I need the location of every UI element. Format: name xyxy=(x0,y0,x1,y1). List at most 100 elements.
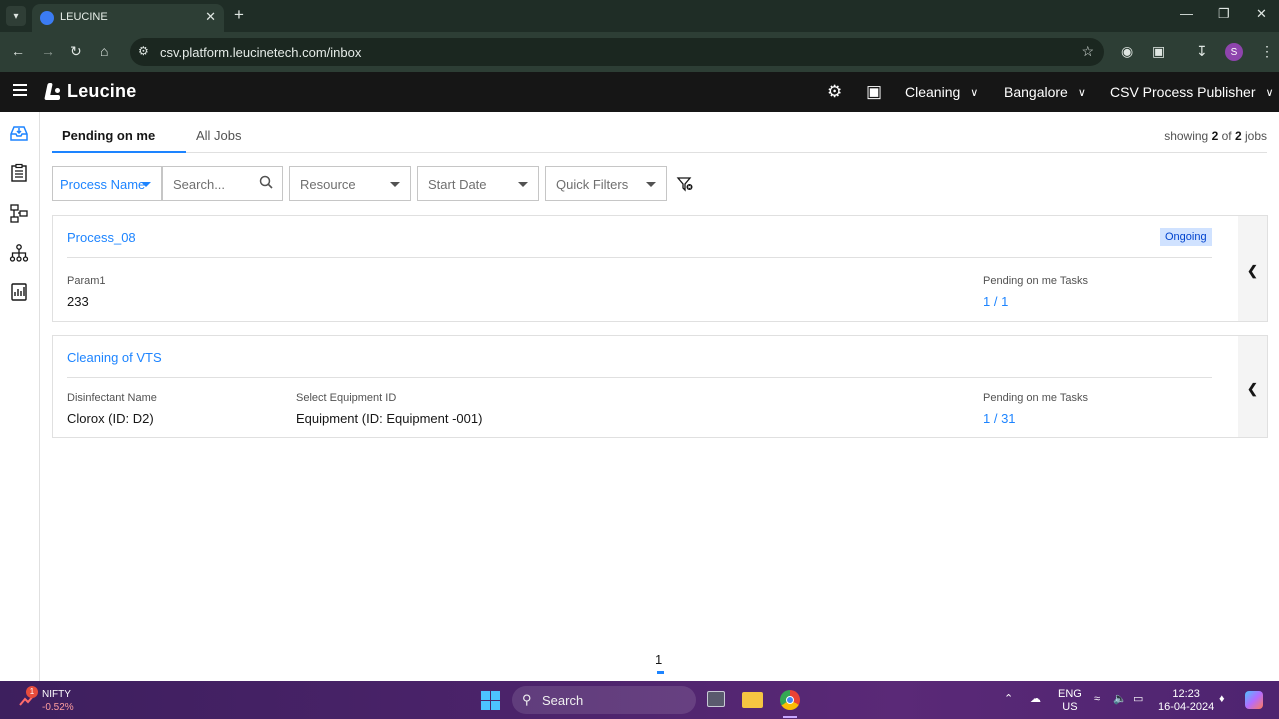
showing-total: 2 xyxy=(1234,129,1242,143)
param-label: Param1 xyxy=(67,275,106,287)
showing-of: of xyxy=(1221,129,1232,143)
process-name-select[interactable]: Process Name xyxy=(52,166,162,201)
param-value: 233 xyxy=(67,294,89,309)
language-indicator[interactable]: ENG US xyxy=(1058,688,1082,714)
chevron-down-icon: ∨ xyxy=(1077,86,1086,99)
caret-down-icon xyxy=(390,182,400,187)
settings-gear-icon[interactable]: ⚙ xyxy=(827,82,842,102)
scan-icon[interactable]: ▣ xyxy=(866,82,882,102)
job-title[interactable]: Process_08 xyxy=(67,230,136,245)
hamburger-menu-icon[interactable] xyxy=(13,84,27,96)
resource-label: Resource xyxy=(300,177,356,192)
lang-bottom: US xyxy=(1062,701,1078,713)
page-number[interactable]: 1 xyxy=(655,652,662,667)
resource-select[interactable]: Resource xyxy=(289,166,411,201)
reload-icon[interactable]: ↻ xyxy=(70,43,82,60)
tab-search-icon[interactable]: ▾ xyxy=(6,6,26,26)
clear-filter-icon[interactable] xyxy=(676,175,694,193)
extensions-icon[interactable]: ▣ xyxy=(1152,43,1165,60)
search-input[interactable]: Search... xyxy=(162,166,283,201)
chrome-icon[interactable] xyxy=(780,690,800,710)
job-card[interactable]: Process_08 Ongoing Param1 233 Pending on… xyxy=(52,215,1268,322)
showing-suffix: jobs xyxy=(1244,129,1267,143)
camera-extension-icon[interactable]: ◉ xyxy=(1121,43,1133,60)
browser-menu-icon[interactable]: ⋮ xyxy=(1260,43,1274,60)
url-field[interactable]: ⚙ csv.platform.leucinetech.com/inbox ☆ xyxy=(130,38,1104,66)
process-name-label: Process Name xyxy=(60,177,146,192)
battery-icon[interactable]: ▭ xyxy=(1133,693,1143,706)
stock-widget[interactable]: NIFTY -0.52% xyxy=(42,688,74,714)
start-date-select[interactable]: Start Date xyxy=(417,166,539,201)
role-label: CSV Process Publisher xyxy=(1110,84,1256,100)
lang-top: ENG xyxy=(1058,688,1082,700)
clock-date: 16-04-2024 xyxy=(1158,701,1215,713)
new-tab-icon[interactable]: + xyxy=(234,5,244,25)
windows-taskbar: 1 NIFTY -0.52% ⚲ Search ⌃ ☁ ENG US ≈ 🔈 ▭… xyxy=(0,681,1279,719)
volume-icon[interactable]: 🔈 xyxy=(1113,693,1127,706)
job-title[interactable]: Cleaning of VTS xyxy=(67,350,162,365)
caret-down-icon xyxy=(518,182,528,187)
copilot-icon[interactable] xyxy=(1245,691,1263,709)
home-icon[interactable]: ⌂ xyxy=(100,43,108,59)
showing-prefix: showing xyxy=(1164,129,1209,143)
brand-name: Leucine xyxy=(67,81,137,101)
stock-name: NIFTY xyxy=(42,689,71,700)
app-header: Leucine ⚙ ▣ Cleaning ∨ Bangalore ∨ CSV P… xyxy=(0,72,1279,112)
facility-dropdown[interactable]: Cleaning ∨ xyxy=(905,84,978,100)
profile-avatar[interactable]: S xyxy=(1225,43,1243,61)
onedrive-cloud-icon[interactable]: ☁ xyxy=(1030,693,1041,706)
browser-tab[interactable]: LEUCINE ✕ xyxy=(32,4,224,32)
notification-bell-icon[interactable]: ♦ xyxy=(1219,693,1225,706)
window-close-icon[interactable]: ✕ xyxy=(1256,6,1267,22)
download-icon[interactable]: ↧ xyxy=(1196,43,1208,60)
tray-overflow-icon[interactable]: ⌃ xyxy=(1004,693,1013,706)
param-value: Clorox (ID: D2) xyxy=(67,411,154,426)
tab-all-jobs[interactable]: All Jobs xyxy=(196,128,242,143)
job-param: Param1 233 xyxy=(67,275,106,309)
minimize-icon[interactable]: — xyxy=(1180,6,1193,21)
maximize-icon[interactable]: ❐ xyxy=(1218,6,1230,22)
hierarchy-icon[interactable] xyxy=(9,243,29,263)
browser-tabbar: ▾ LEUCINE ✕ + — ❐ ✕ xyxy=(0,0,1279,32)
job-card[interactable]: Cleaning of VTS Disinfectant Name Clorox… xyxy=(52,335,1268,438)
wifi-icon[interactable]: ≈ xyxy=(1094,693,1100,706)
expand-panel-toggle[interactable]: ❮ xyxy=(1238,336,1267,437)
task-view-icon[interactable] xyxy=(707,691,725,707)
main-content: Pending on me All Jobs showing 2 of 2 jo… xyxy=(40,112,1279,681)
param-value: Equipment (ID: Equipment -001) xyxy=(296,411,483,426)
pending-tasks-value[interactable]: 1 / 1 xyxy=(983,294,1088,309)
pending-tasks-label: Pending on me Tasks xyxy=(983,392,1088,404)
file-explorer-icon[interactable] xyxy=(742,692,763,708)
role-dropdown[interactable]: CSV Process Publisher ∨ xyxy=(1110,84,1274,100)
card-divider xyxy=(67,377,1212,378)
workflow-icon[interactable] xyxy=(9,203,29,223)
location-label: Bangalore xyxy=(1004,84,1068,100)
checklist-icon[interactable] xyxy=(9,163,29,183)
windows-start-icon[interactable] xyxy=(481,691,500,710)
back-icon[interactable]: ← xyxy=(11,43,25,59)
leucine-logo[interactable]: Leucine xyxy=(42,81,136,102)
clock[interactable]: 12:23 16-04-2024 xyxy=(1158,688,1214,714)
chevron-down-icon: ∨ xyxy=(1265,86,1274,99)
quick-filters-label: Quick Filters xyxy=(556,177,629,192)
location-dropdown[interactable]: Bangalore ∨ xyxy=(1004,84,1086,100)
expand-panel-toggle[interactable]: ❮ xyxy=(1238,216,1267,321)
status-badge: Ongoing xyxy=(1160,228,1212,246)
job-param: Select Equipment ID Equipment (ID: Equip… xyxy=(296,392,482,426)
chevron-left-icon: ❮ xyxy=(1247,263,1258,279)
quick-filters-select[interactable]: Quick Filters xyxy=(545,166,667,201)
forward-icon[interactable]: → xyxy=(41,43,55,59)
inbox-icon[interactable] xyxy=(9,123,29,143)
search-icon[interactable] xyxy=(259,175,273,189)
bookmark-star-icon[interactable]: ☆ xyxy=(1081,43,1094,60)
param-label: Select Equipment ID xyxy=(296,392,397,404)
site-info-icon[interactable]: ⚙ xyxy=(138,44,149,58)
param-label: Disinfectant Name xyxy=(67,392,157,404)
taskbar-search[interactable]: ⚲ Search xyxy=(512,686,696,714)
caret-down-icon xyxy=(141,182,151,187)
report-icon[interactable] xyxy=(9,282,29,302)
tab-close-icon[interactable]: ✕ xyxy=(205,9,216,25)
pending-tasks-value[interactable]: 1 / 31 xyxy=(983,411,1088,426)
active-app-indicator xyxy=(783,716,797,718)
tab-pending-on-me[interactable]: Pending on me xyxy=(62,128,155,143)
